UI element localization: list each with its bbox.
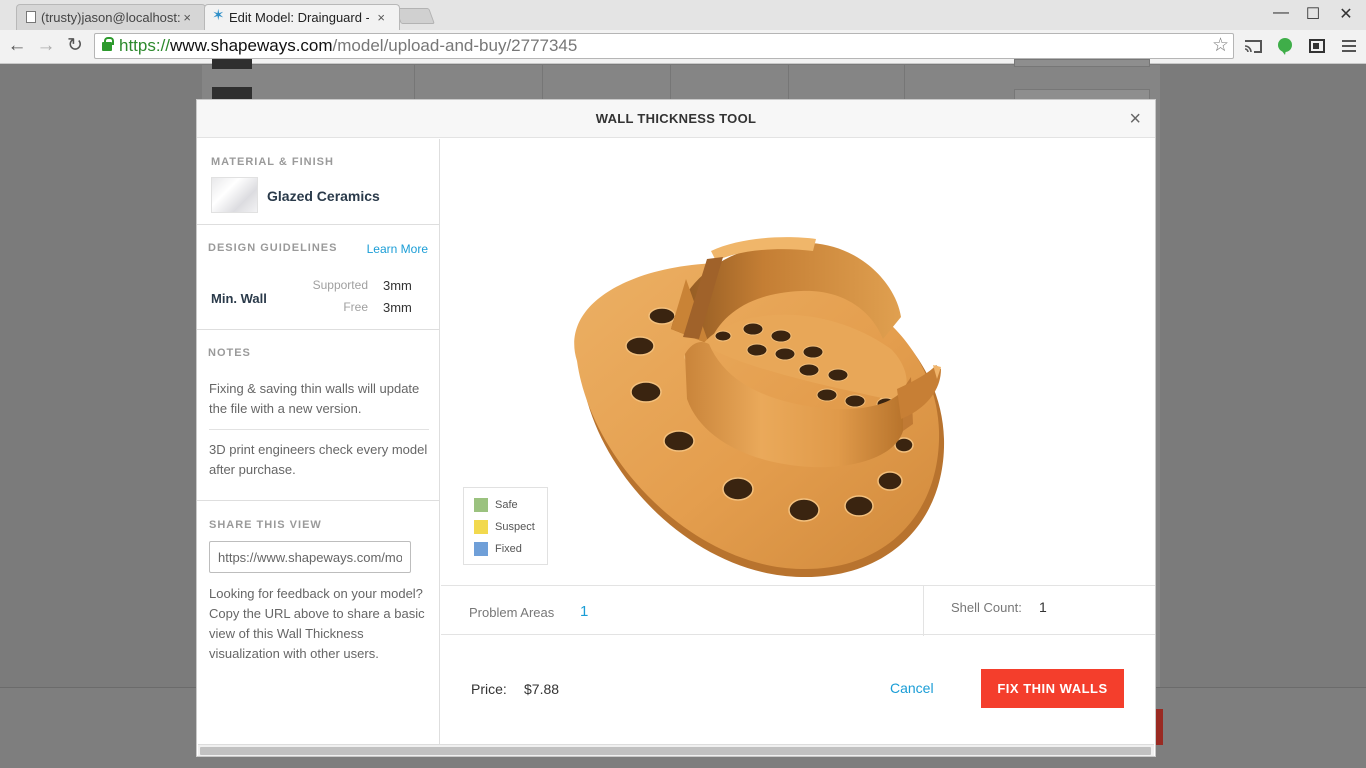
section-heading: SHARE THIS VIEW — [209, 519, 322, 531]
legend-label: Suspect — [495, 521, 535, 533]
extension-icon[interactable] — [1308, 37, 1326, 55]
supported-label: Supported — [312, 278, 368, 292]
menu-icon[interactable] — [1340, 37, 1358, 55]
free-value: 3mm — [383, 300, 412, 315]
address-bar[interactable]: https://www.shapeways.com/model/upload-a… — [94, 33, 1234, 59]
reload-icon[interactable]: ↻ — [64, 35, 86, 57]
horizontal-scrollbar[interactable] — [198, 744, 1154, 756]
modal-footer: Price: $7.88 Cancel FIX THIN WALLS — [441, 636, 1155, 743]
url-path: /model/upload-and-buy/2777345 — [332, 36, 578, 55]
material-section: MATERIAL & FINISH Glazed Ceramics — [197, 139, 440, 225]
share-description: Looking for feedback on your model? Copy… — [209, 586, 425, 661]
note-text: Fixing & saving thin walls will update t… — [209, 381, 420, 416]
modal-header: WALL THICKNESS TOOL × — [197, 100, 1155, 138]
minimize-icon[interactable]: — — [1271, 4, 1291, 22]
url-host: www.shapeways.com — [170, 36, 333, 55]
legend-item-fixed: Fixed — [474, 541, 522, 557]
min-wall-label: Min. Wall — [211, 291, 267, 306]
material-name: Glazed Ceramics — [267, 188, 380, 204]
tab-close-icon[interactable]: × — [183, 10, 191, 25]
safe-swatch — [474, 498, 488, 512]
legend-item-suspect: Suspect — [474, 519, 535, 535]
maximize-icon[interactable]: ☐ — [1303, 4, 1323, 24]
bookmark-star-icon[interactable]: ☆ — [1212, 34, 1229, 58]
modal-title: WALL THICKNESS TOOL — [595, 111, 757, 126]
legend-label: Safe — [495, 499, 518, 511]
tab-edit-model[interactable]: ✶ Edit Model: Drainguard - × — [204, 4, 400, 30]
guidelines-section: DESIGN GUIDELINES Learn More Min. Wall S… — [197, 225, 440, 330]
problem-areas-count[interactable]: 1 — [580, 603, 588, 620]
close-icon[interactable]: × — [1129, 109, 1141, 129]
tab-strip: (trusty)jason@localhost: × ✶ Edit Model:… — [0, 0, 1366, 30]
tab-title: (trusty)jason@localhost: — [41, 10, 181, 25]
lock-icon — [102, 37, 114, 51]
divider — [209, 429, 429, 430]
evernote-icon[interactable] — [1276, 37, 1294, 55]
shell-count-value: 1 — [1039, 599, 1047, 615]
new-tab-button[interactable] — [395, 8, 435, 24]
model-viewer[interactable]: Safe Suspect Fixed — [441, 139, 1155, 585]
shell-count-label: Shell Count: — [951, 600, 1022, 615]
problem-areas-label: Problem Areas — [469, 605, 555, 620]
fix-thin-walls-button[interactable]: FIX THIN WALLS — [981, 669, 1124, 708]
close-window-icon[interactable]: ✕ — [1336, 4, 1356, 24]
scrollbar-thumb[interactable] — [200, 747, 1151, 755]
backdrop-button — [1014, 59, 1150, 67]
free-label: Free — [343, 300, 368, 314]
learn-more-link[interactable]: Learn More — [367, 242, 428, 256]
model-thumbnail — [212, 59, 252, 69]
note-text: 3D print engineers check every model aft… — [209, 442, 428, 477]
tab-terminal[interactable]: (trusty)jason@localhost: × — [16, 4, 206, 30]
wall-thickness-modal: WALL THICKNESS TOOL × MATERIAL & FINISH … — [196, 99, 1156, 757]
section-heading: NOTES — [208, 347, 251, 359]
tab-close-icon[interactable]: × — [377, 10, 385, 25]
section-heading: MATERIAL & FINISH — [211, 156, 334, 168]
legend-item-safe: Safe — [474, 497, 518, 513]
tab-title: Edit Model: Drainguard - — [229, 10, 369, 25]
fixed-swatch — [474, 542, 488, 556]
stats-bar: Problem Areas 1 Shell Count: 1 — [441, 585, 1155, 636]
cast-icon[interactable] — [1244, 37, 1262, 55]
suspect-swatch — [474, 520, 488, 534]
back-icon[interactable]: ← — [6, 35, 28, 57]
legend-label: Fixed — [495, 543, 522, 555]
share-url-input[interactable] — [209, 541, 411, 573]
material-swatch — [211, 177, 258, 213]
price-value: $7.88 — [524, 681, 560, 697]
tool-sidebar: MATERIAL & FINISH Glazed Ceramics DESIGN… — [197, 139, 440, 744]
browser-toolbar: ← → ↻ https://www.shapeways.com/model/up… — [0, 30, 1366, 64]
color-legend: Safe Suspect Fixed — [463, 487, 548, 565]
section-heading: DESIGN GUIDELINES — [208, 242, 338, 254]
price-label: Price: — [471, 681, 507, 697]
forward-icon[interactable]: → — [35, 35, 57, 57]
divider — [923, 586, 924, 636]
url-scheme: https:// — [119, 36, 171, 55]
model-3d-render[interactable] — [441, 139, 1155, 585]
page-icon — [26, 11, 36, 23]
supported-value: 3mm — [383, 278, 412, 293]
notes-section: NOTES Fixing & saving thin walls will up… — [197, 330, 440, 501]
shapeways-favicon-icon: ✶ — [212, 7, 225, 24]
cancel-button[interactable]: Cancel — [890, 680, 934, 696]
